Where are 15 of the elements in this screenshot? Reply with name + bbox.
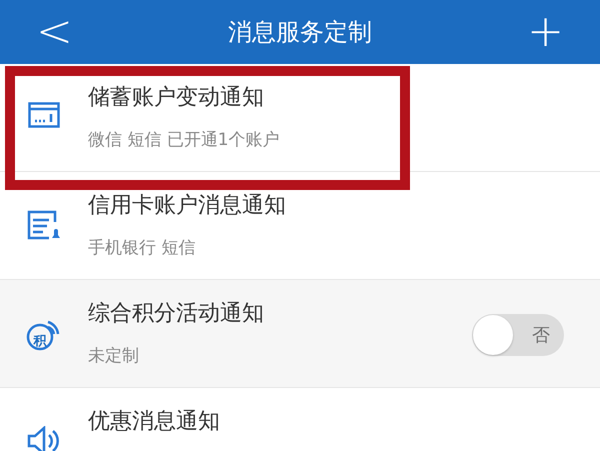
row-subtitle: 未定制 [88, 345, 140, 367]
speaker-icon [27, 426, 61, 451]
row-title: 信用卡账户消息通知 [88, 192, 287, 220]
back-button[interactable]: < [30, 10, 79, 54]
row-subtitle: 微信 短信 已开通1个账户 [88, 129, 281, 151]
row-title: 优惠消息通知 [88, 408, 221, 436]
page-title: 消息服务定制 [228, 17, 372, 48]
row-title: 储蓄账户变动通知 [88, 84, 265, 112]
notification-row[interactable]: 积 综合积分活动通知 未定制 否 [0, 280, 600, 388]
toggle-switch[interactable]: 否 [472, 314, 564, 356]
bill-icon [27, 210, 61, 240]
card-icon [28, 102, 60, 128]
row-subtitle: 手机银行 短信 [88, 237, 196, 259]
row-title: 综合积分活动通知 [88, 300, 265, 328]
add-button[interactable]: + [521, 10, 570, 54]
